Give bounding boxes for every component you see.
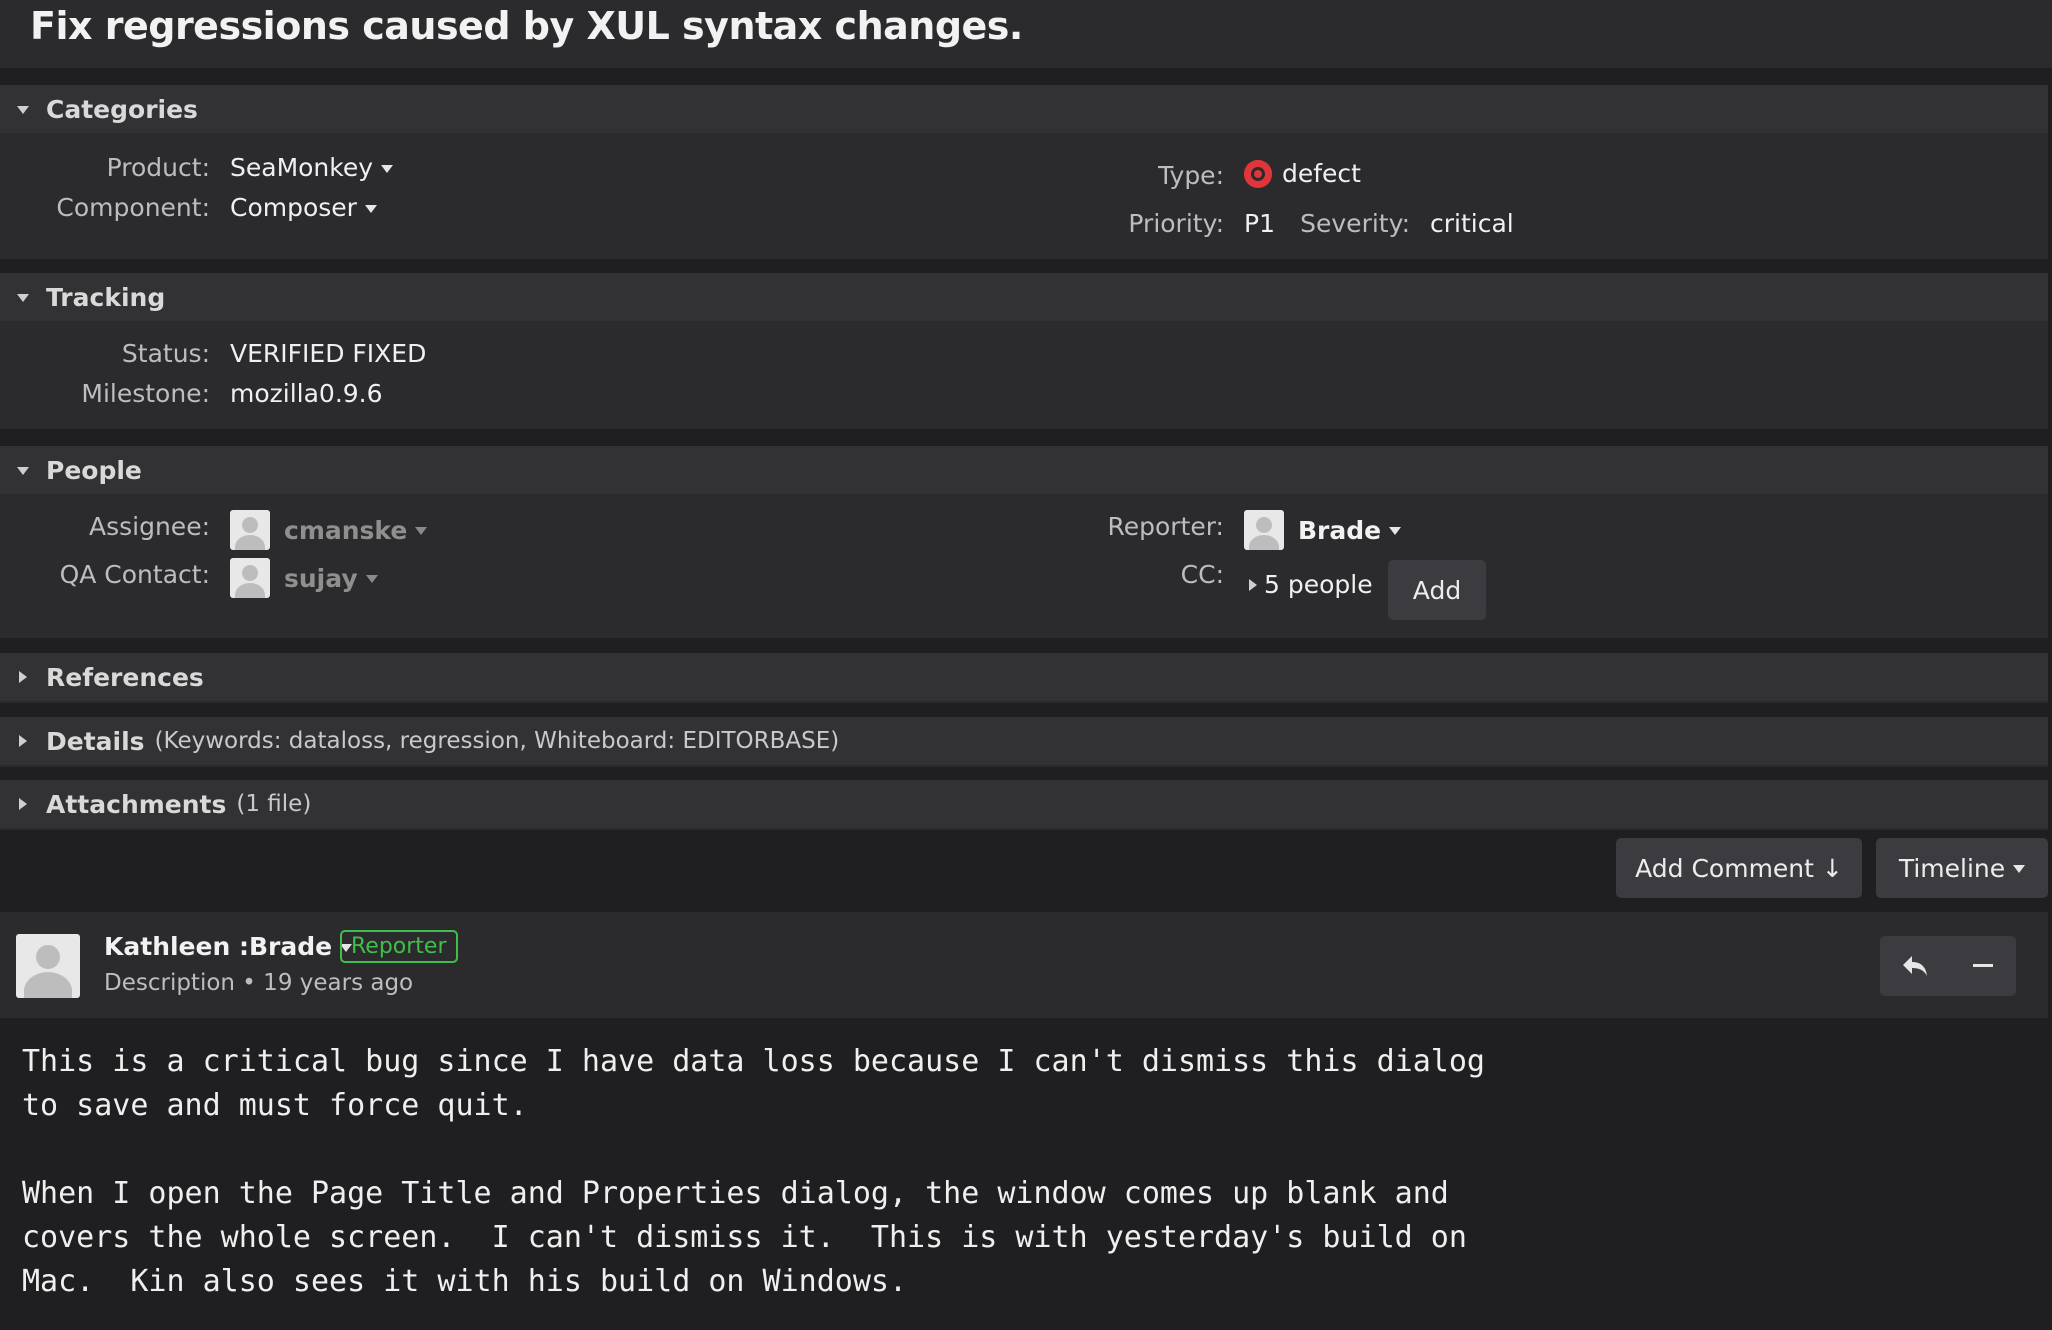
expand-right-icon bbox=[16, 671, 30, 685]
expand-down-icon bbox=[16, 464, 30, 478]
comment-body: This is a critical bug since I have data… bbox=[22, 1044, 1485, 1299]
attachments-header[interactable]: Attachments (1 file) bbox=[0, 780, 2048, 828]
type-label: Type: bbox=[1158, 161, 1224, 190]
bug-title: Fix regressions caused by XUL syntax cha… bbox=[0, 0, 2052, 68]
attachments-section: Attachments (1 file) bbox=[0, 780, 2048, 830]
categories-section: Categories Product: SeaMonkey Component:… bbox=[0, 85, 2048, 259]
reply-icon[interactable] bbox=[1900, 953, 1930, 979]
tracking-section: Tracking Status: VERIFIED FIXED Mileston… bbox=[0, 273, 2048, 429]
product-value[interactable]: SeaMonkey bbox=[230, 153, 394, 182]
comment-author[interactable]: Kathleen :Brade bbox=[104, 932, 353, 961]
avatar bbox=[230, 558, 270, 598]
details-summary: (Keywords: dataloss, regression, Whitebo… bbox=[154, 728, 840, 754]
people-header[interactable]: People bbox=[0, 446, 2048, 494]
reporter-badge: Reporter bbox=[340, 930, 458, 963]
timeline-button[interactable]: Timeline bbox=[1876, 838, 2048, 898]
chevron-down-icon bbox=[1389, 527, 1402, 535]
chevron-down-icon bbox=[381, 164, 394, 173]
references-header[interactable]: References bbox=[0, 653, 2048, 701]
cc-value[interactable]: 5 people bbox=[1246, 570, 1373, 599]
type-text: defect bbox=[1282, 159, 1361, 188]
status-value: VERIFIED FIXED bbox=[230, 339, 427, 368]
expand-right-icon bbox=[16, 735, 30, 749]
reporter-label: Reporter: bbox=[1107, 512, 1224, 541]
section-title: People bbox=[46, 455, 142, 485]
avatar bbox=[1244, 510, 1284, 550]
comment-header: Kathleen :Brade Reporter Description • 1… bbox=[0, 912, 2048, 1018]
component-text: Composer bbox=[230, 193, 357, 222]
qa-contact-value[interactable]: sujay bbox=[230, 558, 378, 598]
avatar bbox=[230, 510, 270, 550]
add-cc-button[interactable]: Add bbox=[1388, 560, 1486, 620]
chevron-down-icon bbox=[415, 527, 428, 535]
severity-label: Severity: bbox=[1300, 209, 1410, 238]
type-value: defect bbox=[1244, 159, 1361, 188]
avatar bbox=[16, 934, 80, 998]
expand-right-icon bbox=[1246, 578, 1257, 593]
cc-label: CC: bbox=[1180, 560, 1224, 589]
milestone-label: Milestone: bbox=[81, 379, 210, 408]
expand-right-icon bbox=[16, 798, 30, 812]
collapse-icon[interactable] bbox=[1970, 953, 1996, 979]
qa-contact-label: QA Contact: bbox=[59, 560, 210, 589]
expand-down-icon bbox=[16, 291, 30, 305]
assignee-value[interactable]: cmanske bbox=[230, 510, 428, 550]
reporter-name: Brade bbox=[1298, 515, 1382, 545]
reporter-value[interactable]: Brade bbox=[1244, 510, 1402, 550]
reply-button[interactable] bbox=[1880, 936, 2016, 996]
timeline-label: Timeline bbox=[1898, 853, 2006, 883]
assignee-label: Assignee: bbox=[89, 512, 210, 541]
details-header[interactable]: Details (Keywords: dataloss, regression,… bbox=[0, 717, 2048, 765]
section-title: Categories bbox=[46, 94, 198, 124]
section-title: Tracking bbox=[46, 282, 166, 312]
tracking-header[interactable]: Tracking bbox=[0, 273, 2048, 321]
people-section: People Assignee: cmanske QA Contact: suj… bbox=[0, 446, 2048, 638]
attachments-count: (1 file) bbox=[236, 791, 312, 817]
milestone-value: mozilla0.9.6 bbox=[230, 379, 383, 408]
section-title: Details bbox=[46, 726, 145, 756]
status-label: Status: bbox=[121, 339, 210, 368]
comment-author-name: Kathleen :Brade bbox=[104, 932, 333, 961]
chevron-down-icon bbox=[2013, 865, 2026, 873]
comment-meta: Description • 19 years ago bbox=[104, 970, 414, 996]
details-section: Details (Keywords: dataloss, regression,… bbox=[0, 717, 2048, 767]
bug-page: Fix regressions caused by XUL syntax cha… bbox=[0, 0, 2052, 1330]
add-comment-button[interactable]: Add Comment ↓ bbox=[1616, 838, 1862, 898]
cc-text: 5 people bbox=[1264, 570, 1373, 599]
expand-down-icon bbox=[16, 103, 30, 117]
categories-header[interactable]: Categories bbox=[0, 85, 2048, 133]
component-label: Component: bbox=[56, 193, 210, 222]
product-label: Product: bbox=[106, 153, 210, 182]
chevron-down-icon bbox=[364, 204, 377, 213]
defect-icon bbox=[1244, 159, 1272, 188]
component-value[interactable]: Composer bbox=[230, 193, 377, 222]
assignee-name: cmanske bbox=[284, 515, 408, 545]
chevron-down-icon bbox=[365, 575, 378, 583]
section-title: Attachments bbox=[46, 789, 227, 819]
qa-contact-name: sujay bbox=[284, 563, 358, 593]
severity-value: critical bbox=[1430, 209, 1514, 238]
priority-label: Priority: bbox=[1128, 209, 1224, 238]
section-title: References bbox=[46, 662, 204, 692]
references-section: References bbox=[0, 653, 2048, 703]
product-text: SeaMonkey bbox=[230, 153, 374, 182]
